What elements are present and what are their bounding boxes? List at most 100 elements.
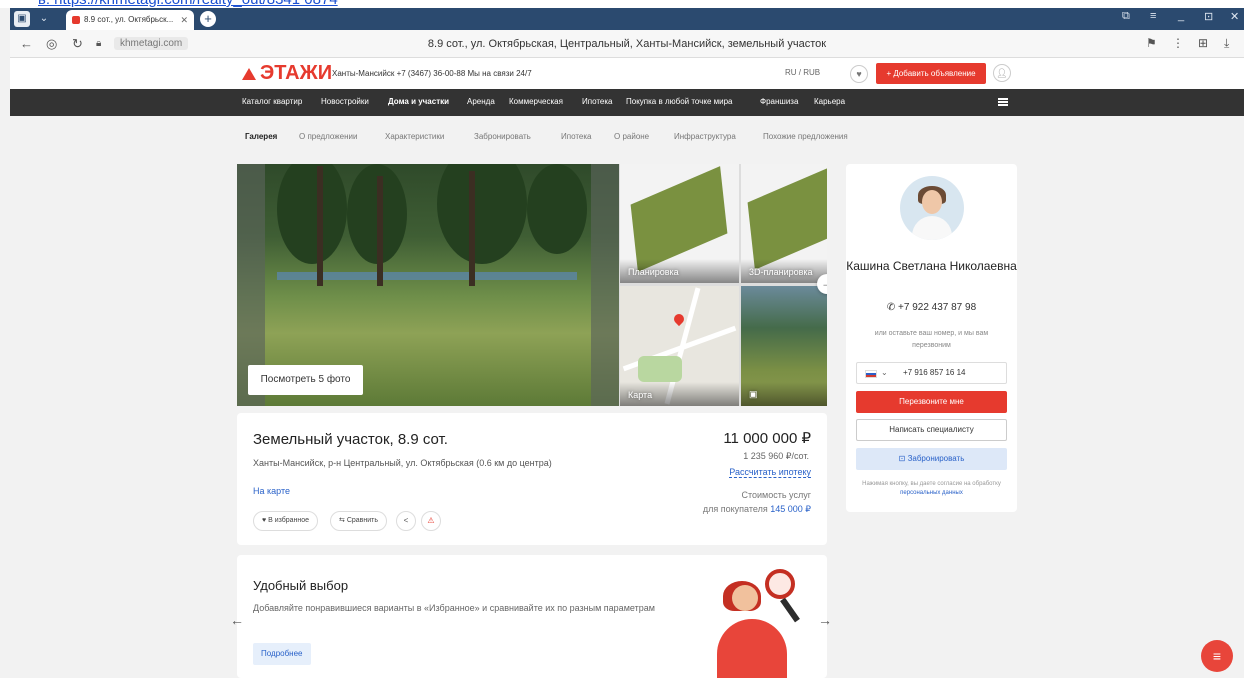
tree-canopy (437, 164, 527, 264)
price-per-unit: 1 235 960 ₽/сот. (743, 451, 809, 461)
tab-infrastructure[interactable]: Инфраструктура (674, 132, 736, 141)
personal-data-link[interactable]: персональных данных (900, 490, 963, 496)
user-icon[interactable]: 👤︎ (993, 64, 1011, 82)
magnifier-icon (765, 569, 795, 599)
map-pin-icon (671, 311, 687, 327)
minimize-icon[interactable]: _ (1178, 10, 1184, 22)
menu-item-mortgage[interactable]: Ипотека (582, 97, 613, 106)
magnifier-handle (780, 597, 800, 623)
tab-gallery[interactable]: Галерея (245, 132, 277, 141)
favorites-label: В избранное (268, 517, 310, 524)
tab-list-icon[interactable]: ⌄ (36, 11, 52, 27)
services-price[interactable]: 145 000 ₽ (770, 504, 811, 514)
listing-title: Земельный участок, 8.9 сот. (253, 431, 448, 448)
browser-tab[interactable]: 8.9 сот., ул. Октябрьск... ✕ (66, 10, 194, 30)
browser-menu-icon[interactable]: ▣ (14, 11, 30, 27)
consent-text: Нажимая кнопку, вы даете согласие на обр… (856, 480, 1007, 498)
menu-item-houses[interactable]: Дома и участки (388, 97, 449, 106)
tree-canopy (277, 164, 347, 264)
convenient-choice-card: Удобный выбор Добавляйте понравившиеся в… (237, 555, 827, 678)
share-icon[interactable]: < (396, 511, 416, 531)
menu-item-franchise[interactable]: Франшиза (760, 97, 798, 106)
avatar-face (922, 190, 942, 214)
address-bar: ← ◎ ↻ 🔒︎ khmetagi.com 8.9 сот., ул. Октя… (10, 30, 1244, 58)
thumb-3d-plan[interactable]: 3D-планировка (741, 164, 827, 283)
agent-phone[interactable]: ✆ +7 922 437 87 98 (846, 302, 1017, 313)
tab-similar[interactable]: Похожие предложения (763, 132, 848, 141)
thumb-label-map: Карта (628, 390, 653, 400)
main-photo[interactable]: Посмотреть 5 фото (237, 164, 619, 406)
callback-hint: или оставьте ваш номер, и мы вам перезво… (874, 330, 989, 349)
agent-phone-number: +7 922 437 87 98 (898, 302, 977, 313)
browser-tab-bar: ▣ ⌄ 8.9 сот., ул. Октябрьск... ✕ + ⧉ ≡ _… (10, 8, 1244, 30)
restore-icon[interactable]: ⊡ (1204, 10, 1213, 23)
language-currency-select[interactable]: RU / RUB (785, 68, 820, 77)
listing-info-card: Земельный участок, 8.9 сот. Ханты-Мансий… (237, 413, 827, 545)
more-icon[interactable]: ⋮ (1172, 36, 1184, 50)
reserve-icon: ⊡ (898, 454, 906, 463)
menu-item-new-buildings[interactable]: Новостройки (321, 97, 369, 106)
report-warning-icon[interactable]: ⚠ (421, 511, 441, 531)
menu-item-rent[interactable]: Аренда (467, 97, 495, 106)
reserve-label: Забронировать (907, 454, 965, 463)
callback-button[interactable]: Перезвоните мне (856, 391, 1007, 413)
plot-shape (630, 166, 728, 272)
compare-button[interactable]: ⇆ Сравнить (330, 511, 388, 531)
new-tab-icon[interactable]: + (200, 11, 216, 27)
on-map-link[interactable]: На карте (253, 486, 290, 496)
city-contacts[interactable]: Ханты-Мансийск +7 (3467) 36-00-88 Мы на … (332, 69, 532, 78)
site-header: ЭТАЖИ Ханты-Мансийск +7 (3467) 36-00-88 … (10, 58, 1244, 89)
close-window-icon[interactable]: ✕ (1230, 10, 1239, 23)
calculate-mortgage-link[interactable]: Рассчитать ипотеку (729, 467, 811, 478)
site-logo[interactable]: ЭТАЖИ (260, 62, 332, 85)
choice-text: Добавляйте понравившиеся варианты в «Изб… (253, 603, 655, 613)
collections-icon[interactable]: ⊞ (1198, 36, 1208, 50)
tab-reserve[interactable]: Забронировать (474, 132, 531, 141)
menu-item-commercial[interactable]: Коммерческая (509, 97, 563, 106)
thumb-photo[interactable]: ▣ (741, 286, 827, 406)
avatar-coat (912, 216, 952, 240)
compare-label: Сравнить (346, 517, 379, 524)
consent-main: Нажимая кнопку, вы даете согласие на обр… (862, 481, 1001, 487)
country-chevron-down-icon[interactable]: ⌄ (881, 363, 888, 383)
overflow-link[interactable]: ь: https://khmetagi.com/realty_out/8341 … (38, 0, 338, 8)
chat-icon[interactable]: ≡ (1201, 640, 1233, 672)
tab-mortgage[interactable]: Ипотека (561, 132, 592, 141)
tree-trunk (317, 166, 323, 286)
bookmark-icon[interactable]: ⚑ (1146, 36, 1157, 50)
learn-more-button[interactable]: Подробнее (253, 643, 311, 665)
tab-close-icon[interactable]: ✕ (180, 10, 188, 30)
choice-title: Удобный выбор (253, 578, 349, 593)
phone-input[interactable]: ⌄ +7 916 857 16 14 (856, 362, 1007, 384)
photo-edge-right (591, 164, 619, 406)
favorites-heart-icon[interactable]: ♥ (850, 65, 868, 83)
tab-district[interactable]: О районе (614, 132, 649, 141)
write-to-specialist-button[interactable]: Написать специалисту (856, 419, 1007, 441)
browser-settings-icon[interactable]: ≡ (1150, 10, 1156, 22)
tab-about-offer[interactable]: О предложении (299, 132, 357, 141)
choice-next-arrow-icon[interactable]: → (818, 612, 832, 628)
thumb-map[interactable]: Карта (620, 286, 739, 406)
tab-search-icon[interactable]: ⧉ (1122, 10, 1130, 23)
menu-hamburger-icon[interactable] (998, 98, 1008, 106)
logo-house-icon (242, 68, 256, 80)
tree-trunk (377, 176, 383, 286)
menu-item-career[interactable]: Карьера (814, 97, 845, 106)
plot-shape (747, 168, 827, 270)
agent-avatar (900, 176, 964, 240)
page-heading: 8.9 сот., ул. Октябрьская, Центральный, … (427, 38, 827, 50)
view-photos-button[interactable]: Посмотреть 5 фото (248, 365, 363, 395)
add-listing-button[interactable]: + Добавить объявление (876, 63, 986, 84)
add-to-favorites-button[interactable]: ♥ В избранное (253, 511, 319, 531)
overflow-link-strip: ь: https://khmetagi.com/realty_out/8341 … (0, 0, 1244, 8)
thumb-floorplan[interactable]: Планировка (620, 164, 739, 283)
menu-item-catalog[interactable]: Каталог квартир (242, 97, 302, 106)
choice-prev-arrow-icon[interactable]: ← (230, 612, 244, 628)
site-favicon-icon (72, 16, 80, 24)
services-cost-label: Стоимость услуг (741, 490, 812, 500)
reserve-button[interactable]: ⊡ Забронировать (856, 448, 1007, 470)
menu-item-worldwide[interactable]: Покупка в любой точке мира (626, 97, 732, 106)
tab-characteristics[interactable]: Характеристики (385, 132, 444, 141)
services-for-buyer-label: для покупателя (702, 504, 768, 514)
download-icon[interactable]: ⤓ (1224, 36, 1229, 51)
